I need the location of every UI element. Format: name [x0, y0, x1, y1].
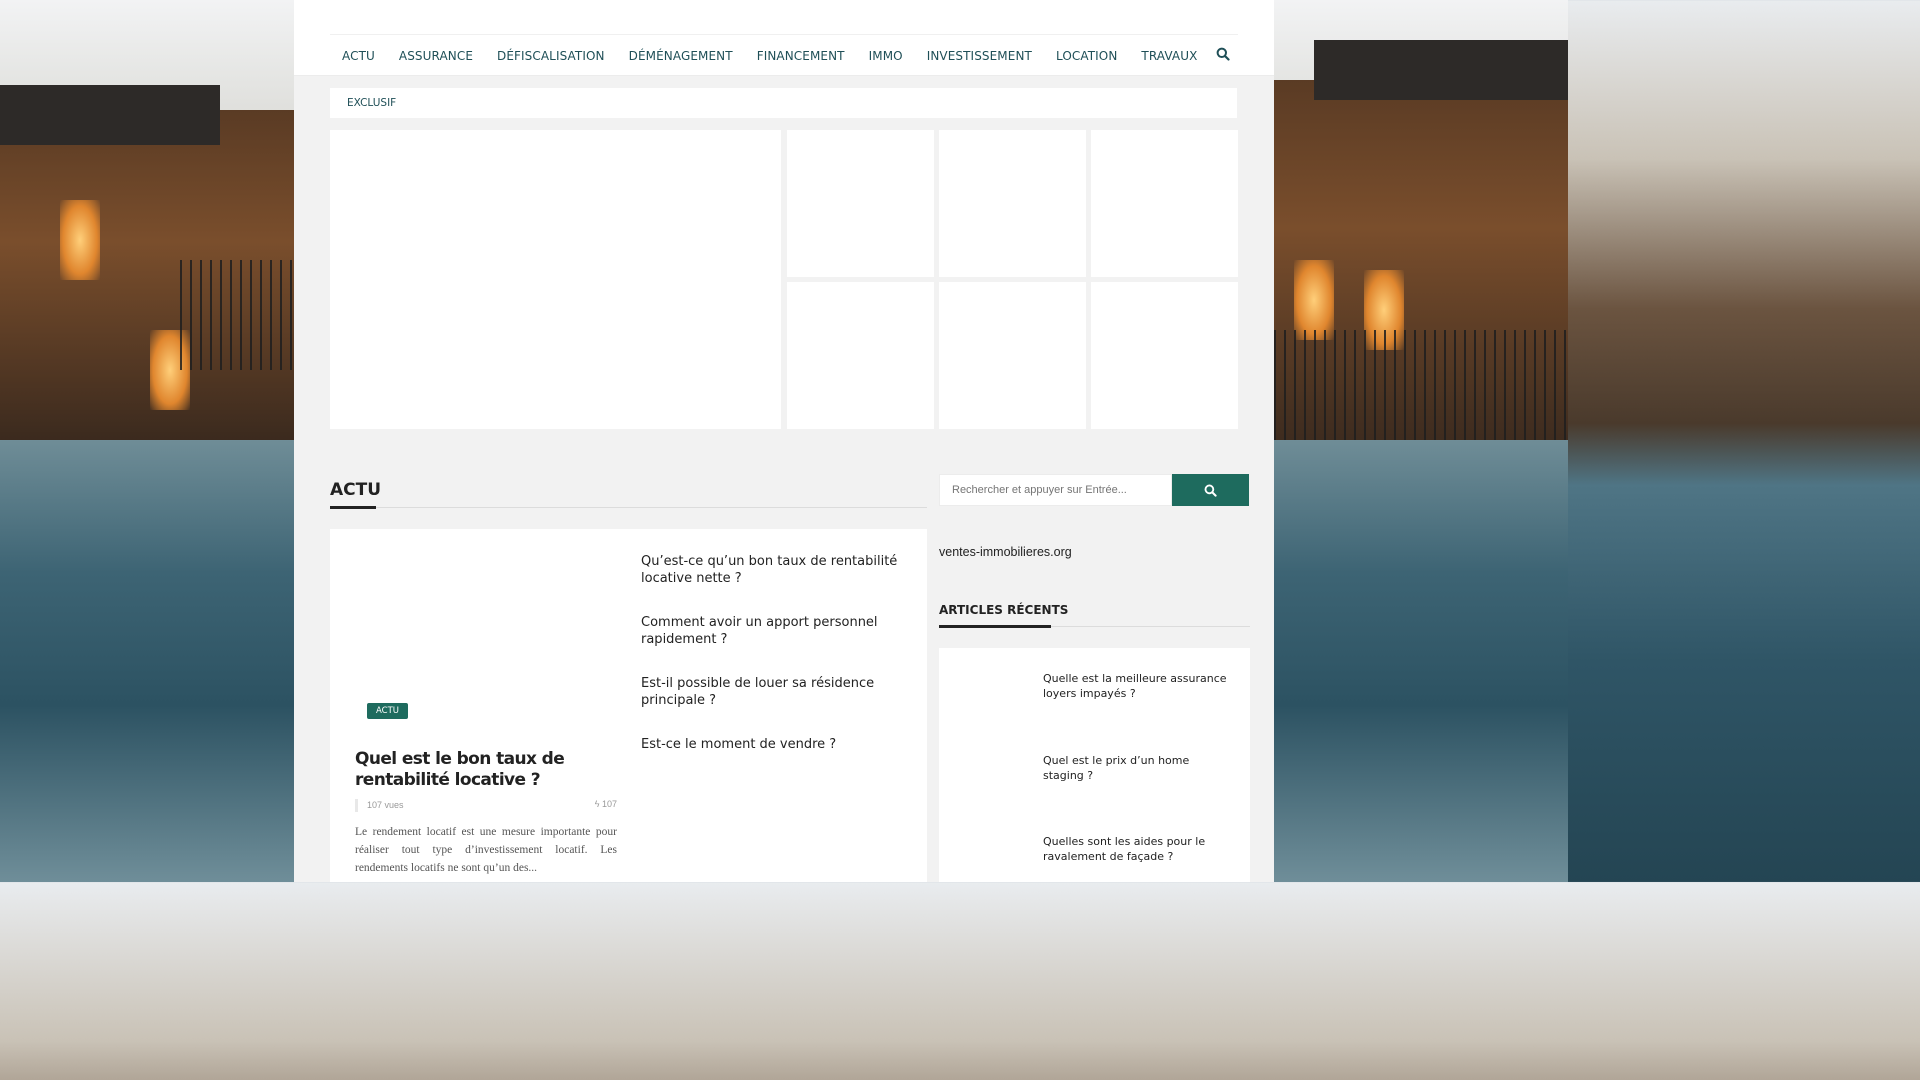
- view-count: 107 vues: [367, 800, 404, 810]
- list-item[interactable]: Est-ce le moment de vendre ?: [641, 736, 901, 753]
- exclusif-ticker: EXCLUSIF: [330, 88, 1237, 118]
- category-badge[interactable]: ACTU: [367, 703, 409, 719]
- nav-item-financement[interactable]: FINANCEMENT: [757, 49, 845, 63]
- section-title: ACTU: [330, 480, 382, 500]
- search-button[interactable]: [1172, 474, 1249, 506]
- page-container: ACTU ASSURANCE DÉFISCALISATION DÉMÉNAGEM…: [294, 0, 1274, 882]
- search-input[interactable]: [939, 474, 1172, 506]
- background-roof: [1314, 40, 1568, 100]
- list-item[interactable]: Est-il possible de louer sa résidence pr…: [641, 675, 901, 709]
- list-item[interactable]: Qu’est-ce qu’un bon taux de rentabilité …: [641, 553, 901, 587]
- nav-item-location[interactable]: LOCATION: [1056, 49, 1117, 63]
- article-meta: 107 vues ϟ 107: [355, 799, 617, 813]
- hero-tile[interactable]: [1091, 282, 1238, 429]
- nav-item-investissement[interactable]: INVESTISSEMENT: [927, 49, 1032, 63]
- site-domain: ventes-immobilieres.org: [939, 545, 1072, 559]
- list-item[interactable]: Comment avoir un apport personnel rapide…: [641, 614, 901, 648]
- article-excerpt: Le rendement locatif est une mesure impo…: [355, 826, 617, 874]
- bolt-icon: ϟ: [594, 799, 602, 809]
- nav-item-travaux[interactable]: TRAVAUX: [1141, 49, 1197, 63]
- background-left: [0, 0, 294, 882]
- actu-block: ACTU Quel est le bon taux de rentabilité…: [330, 529, 927, 882]
- recent-articles-title: ARTICLES RÉCENTS: [939, 603, 1069, 617]
- background-light: [1294, 260, 1334, 340]
- hero-tile[interactable]: [939, 282, 1086, 429]
- hero-tile[interactable]: [787, 282, 934, 429]
- recent-article[interactable]: Quelle est la meilleure assurance loyers…: [1043, 671, 1233, 701]
- main-nav: ACTU ASSURANCE DÉFISCALISATION DÉMÉNAGEM…: [330, 34, 1238, 76]
- background-fence: [180, 260, 294, 370]
- flash-count-value: 107: [601, 799, 617, 809]
- article-list: Qu’est-ce qu’un bon taux de rentabilité …: [641, 553, 901, 780]
- hero-tile[interactable]: [1091, 130, 1238, 277]
- recent-article[interactable]: Quelles sont les aides pour le ravalemen…: [1043, 834, 1233, 864]
- background-water: [0, 440, 294, 882]
- meta-bar: [355, 799, 358, 812]
- background-light: [60, 200, 100, 280]
- background-fence: [1274, 330, 1568, 440]
- nav-item-actu[interactable]: ACTU: [342, 49, 375, 63]
- nav-item-defiscalisation[interactable]: DÉFISCALISATION: [497, 49, 605, 63]
- nav-item-demenagement[interactable]: DÉMÉNAGEMENT: [629, 49, 733, 63]
- search-icon[interactable]: [1216, 47, 1232, 63]
- nav-item-immo[interactable]: IMMO: [869, 49, 903, 63]
- section-underline: [939, 625, 1051, 628]
- background-right: [1274, 0, 1568, 882]
- divider: [330, 507, 927, 508]
- hero-tile[interactable]: [787, 130, 934, 277]
- background-roof: [0, 85, 220, 145]
- nav-item-assurance[interactable]: ASSURANCE: [399, 49, 473, 63]
- section-underline: [330, 506, 376, 509]
- hero-featured-tile[interactable]: [330, 130, 781, 429]
- recent-article[interactable]: Quel est le prix d’un home staging ?: [1043, 753, 1233, 783]
- flash-count: ϟ 107: [595, 799, 617, 809]
- recent-articles-list: Quelle est la meilleure assurance loyers…: [939, 648, 1250, 882]
- search-icon: [1204, 484, 1217, 497]
- featured-article-title[interactable]: Quel est le bon taux de rentabilité loca…: [355, 749, 595, 791]
- background-water: [1274, 440, 1568, 882]
- hero-tile[interactable]: [939, 130, 1086, 277]
- exclusif-label: EXCLUSIF: [347, 97, 397, 109]
